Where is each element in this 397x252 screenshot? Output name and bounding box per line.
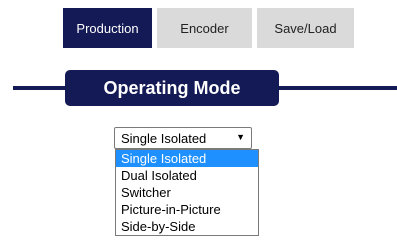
option-picture-in-picture[interactable]: Picture-in-Picture [116,201,258,218]
option-dual-isolated[interactable]: Dual Isolated [116,167,258,184]
dropdown-arrow-icon[interactable]: ▼ [236,132,245,142]
select-value: Single Isolated [121,130,207,146]
operating-mode-select[interactable]: Single Isolated ▼ [114,127,252,149]
tab-encoder[interactable]: Encoder [157,8,252,48]
option-switcher[interactable]: Switcher [116,184,258,201]
tab-save-load[interactable]: Save/Load [257,8,354,48]
option-single-isolated[interactable]: Single Isolated [116,150,258,167]
operating-mode-options: Single Isolated Dual Isolated Switcher P… [115,149,259,236]
option-side-by-side[interactable]: Side-by-Side [116,218,258,235]
section-title: Operating Mode [65,70,279,106]
tab-production[interactable]: Production [63,8,152,48]
